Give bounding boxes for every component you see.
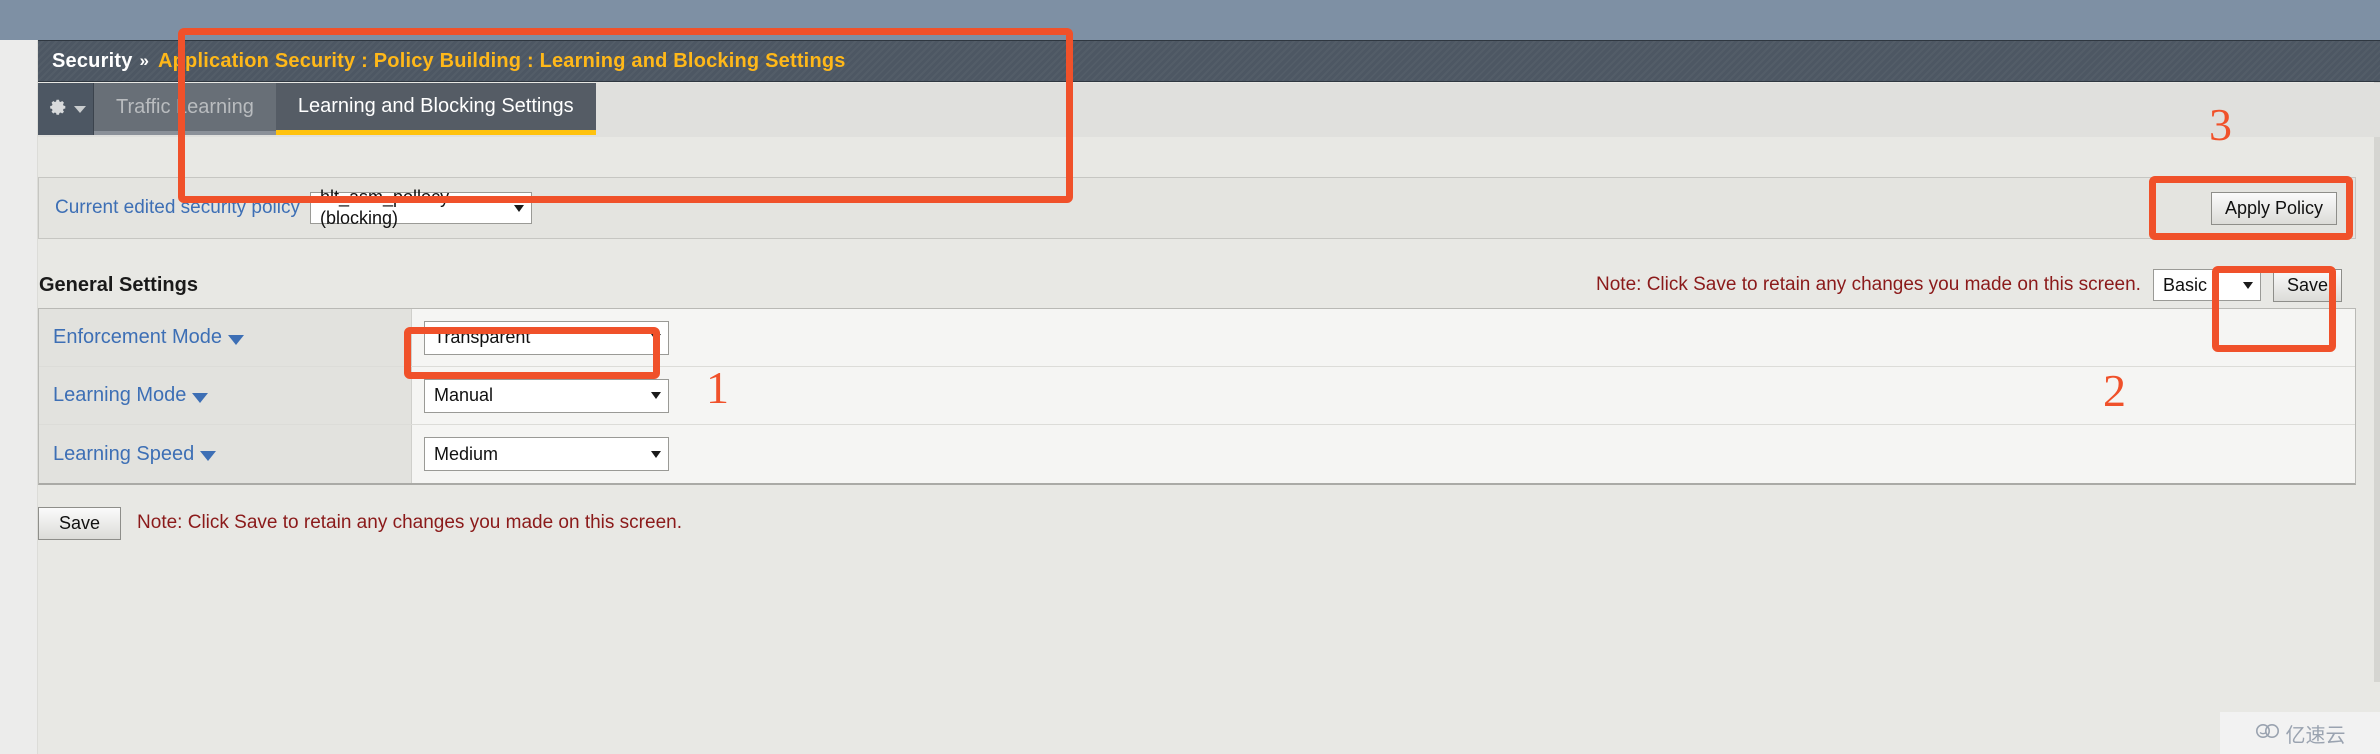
save-button-bottom[interactable]: Save — [38, 506, 122, 540]
breadcrumb-current: Application Security : Policy Building :… — [158, 49, 846, 72]
security-policy-select[interactable]: hlt_asm_pollocy (blocking) — [310, 187, 532, 228]
chevron-down-icon — [227, 334, 244, 345]
app-root: Security » Application Security : Policy… — [0, 0, 2380, 754]
general-settings-title: General Settings — [39, 273, 198, 296]
chevron-down-icon — [514, 204, 524, 212]
current-policy-label: Current edited security policy — [55, 197, 300, 218]
tab-strip: Traffic Learning Learning and Blocking S… — [38, 83, 2380, 137]
security-policy-select-value: hlt_asm_pollocy (blocking) — [320, 187, 450, 228]
breadcrumb: Security » Application Security : Policy… — [38, 40, 2380, 82]
chevron-down-icon — [192, 392, 209, 403]
cloud-icon — [2255, 722, 2281, 745]
breadcrumb-separator-icon: » — [139, 51, 149, 70]
tab-traffic-learning[interactable]: Traffic Learning — [94, 83, 276, 135]
apply-policy-button[interactable]: Apply Policy — [2210, 191, 2337, 225]
learning-mode-label-cell[interactable]: Learning Mode — [39, 367, 412, 424]
table-row: Enforcement Mode Transparent — [39, 309, 2355, 367]
learning-speed-select-value: Medium — [434, 443, 499, 464]
table-row: Learning Mode Manual — [39, 367, 2355, 425]
learning-mode-select-value: Manual — [434, 385, 494, 405]
watermark: 亿速云 — [2220, 712, 2380, 754]
tab-traffic-learning-label: Traffic Learning — [116, 95, 254, 118]
settings-menu-button[interactable] — [38, 83, 94, 135]
watermark-text: 亿速云 — [2285, 722, 2346, 747]
chevron-down-icon — [74, 105, 86, 113]
view-mode-select-value: Basic — [2162, 274, 2207, 295]
general-settings-header: General Settings Note: Click Save to ret… — [38, 262, 2356, 308]
chevron-down-icon — [651, 392, 661, 399]
learning-speed-select[interactable]: Medium — [424, 437, 669, 471]
gear-icon — [45, 97, 69, 121]
enforcement-mode-label-cell[interactable]: Enforcement Mode — [39, 309, 412, 366]
chevron-down-icon — [2242, 281, 2253, 289]
enforcement-mode-label: Enforcement Mode — [53, 326, 222, 348]
right-scroll-rail[interactable] — [2374, 82, 2380, 682]
top-background-band — [0, 0, 2380, 40]
learning-speed-label-cell[interactable]: Learning Speed — [39, 425, 412, 483]
learning-mode-label: Learning Mode — [53, 384, 187, 406]
general-settings-note: Note: Click Save to retain any changes y… — [1596, 274, 2141, 295]
enforcement-mode-select[interactable]: Transparent — [424, 320, 669, 355]
tab-learning-and-blocking-settings[interactable]: Learning and Blocking Settings — [275, 83, 596, 135]
save-button-top[interactable]: Save — [2272, 268, 2342, 302]
general-settings-table: Enforcement Mode Transparent Learning Mo… — [38, 308, 2356, 485]
enforcement-mode-value-cell: Transparent — [412, 309, 2355, 366]
left-gutter-strip — [0, 40, 38, 754]
learning-speed-label: Learning Speed — [53, 442, 195, 465]
enforcement-mode-select-value: Transparent — [434, 327, 531, 347]
view-mode-select[interactable]: Basic — [2152, 269, 2261, 301]
table-row: Learning Speed Medium — [39, 425, 2355, 483]
chevron-down-icon — [200, 451, 217, 461]
learning-mode-value-cell: Manual — [412, 367, 2355, 424]
bottom-save-bar: Save Note: Click Save to retain any chan… — [38, 500, 2356, 546]
learning-mode-select[interactable]: Manual — [424, 378, 669, 413]
tab-learning-and-blocking-settings-label: Learning and Blocking Settings — [297, 95, 574, 117]
policy-selector-panel: Current edited security policy hlt_asm_p… — [38, 177, 2356, 239]
breadcrumb-root[interactable]: Security — [52, 50, 133, 73]
learning-speed-value-cell: Medium — [412, 425, 2355, 483]
bottom-save-note: Note: Click Save to retain any changes y… — [137, 512, 682, 533]
chevron-down-icon — [651, 334, 661, 341]
chevron-down-icon — [651, 450, 661, 458]
